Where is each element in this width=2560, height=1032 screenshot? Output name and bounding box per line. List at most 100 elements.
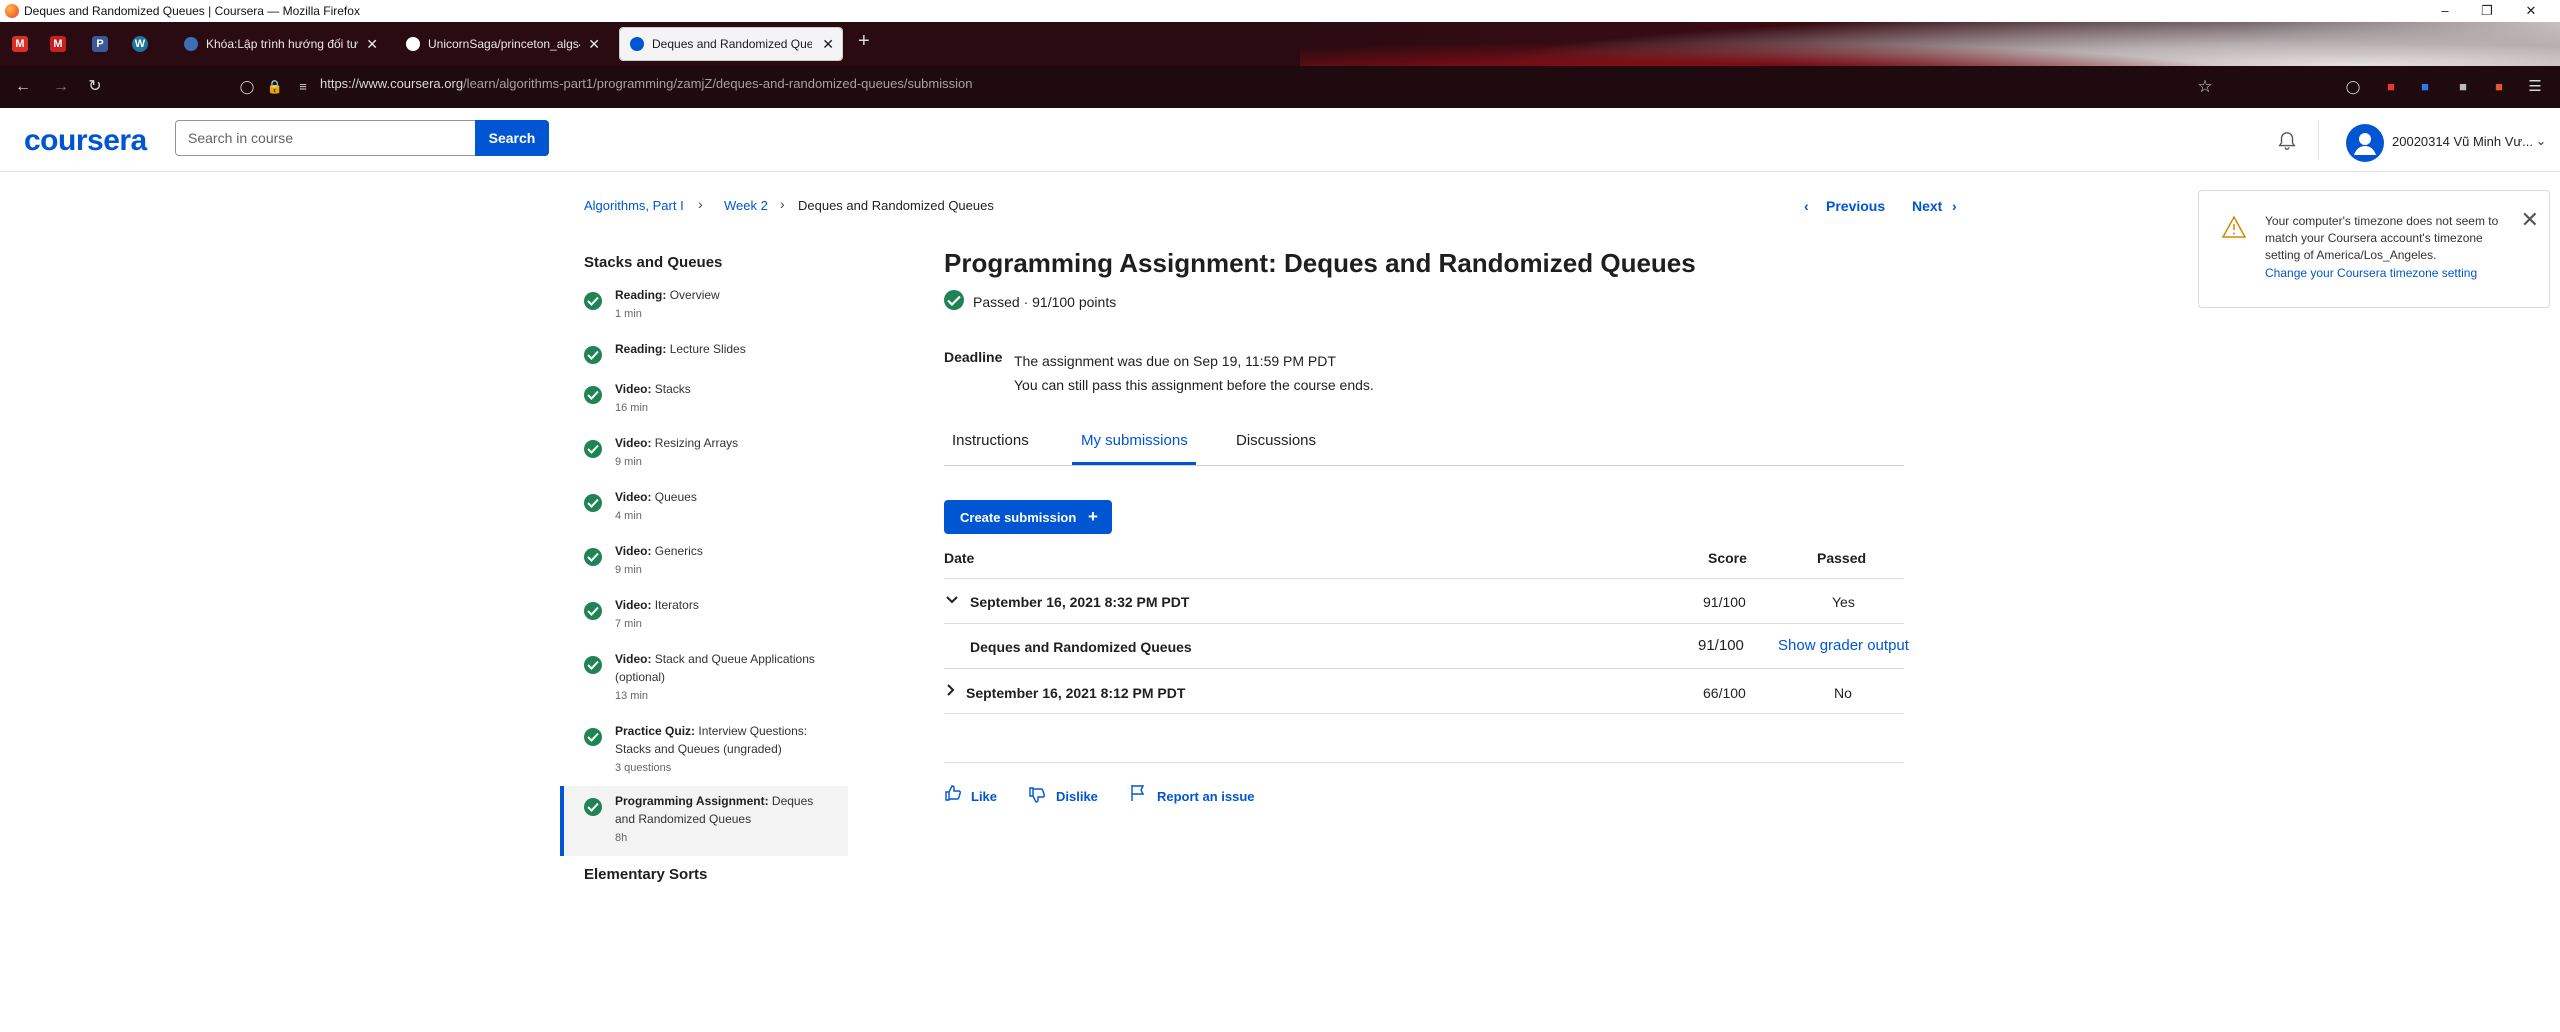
header-divider: [2318, 120, 2319, 160]
github-favicon-icon: [406, 37, 420, 51]
search-button[interactable]: Search: [475, 120, 549, 156]
deadline-text: The assignment was due on Sep 19, 11:59 …: [1014, 353, 1374, 393]
completed-check-icon: [584, 798, 602, 816]
coursera-favicon-icon: [184, 37, 198, 51]
search-input[interactable]: [175, 120, 475, 156]
like-button[interactable]: Like: [971, 789, 997, 804]
part-name: Deques and Randomized Queues: [970, 639, 1192, 655]
sidebar-item-programming-assignment[interactable]: Programming Assignment: Deques and Rando…: [560, 786, 848, 856]
completed-check-icon: [584, 548, 602, 566]
previous-link[interactable]: Previous: [1826, 198, 1885, 214]
submission-date: September 16, 2021 8:32 PM PDT: [970, 594, 1190, 610]
table-divider: [944, 578, 1904, 579]
chevron-down-icon[interactable]: ⌄: [2536, 134, 2546, 148]
url-text[interactable]: https://www.coursera.org/learn/algorithm…: [320, 76, 972, 91]
chevron-right-icon: ›: [780, 196, 785, 212]
completed-check-icon: [584, 494, 602, 512]
tab-instructions[interactable]: Instructions: [952, 432, 1029, 449]
close-tab-icon[interactable]: ✕: [822, 28, 834, 60]
breadcrumb-course[interactable]: Algorithms, Part I: [584, 198, 684, 213]
sidebar-next-section[interactable]: Elementary Sorts: [584, 866, 707, 883]
tab-khoa[interactable]: Khóa:Lập trình hướng đối tượ... ✕: [174, 28, 386, 60]
username[interactable]: 20020314 Vũ Minh Vư...: [2392, 134, 2533, 149]
tab-github[interactable]: UnicornSaga/princeton_algs4 ✕: [396, 28, 608, 60]
timezone-settings-link[interactable]: Change your Coursera timezone setting: [2265, 266, 2477, 280]
submission-date: September 16, 2021 8:12 PM PDT: [966, 685, 1186, 701]
dislike-icon[interactable]: [1028, 786, 1046, 804]
bookmark-star-icon[interactable]: ☆: [2194, 76, 2216, 98]
close-icon[interactable]: ✕: [2521, 207, 2539, 233]
chevron-down-icon[interactable]: [946, 592, 958, 610]
chevron-left-icon[interactable]: ‹: [1804, 198, 1809, 214]
active-tab-indicator: [1072, 462, 1196, 465]
completed-check-icon: [584, 656, 602, 674]
tab-my-submissions[interactable]: My submissions: [1081, 432, 1188, 449]
show-grader-output-link[interactable]: Show grader output: [1778, 637, 1909, 654]
shield-icon[interactable]: ◯: [236, 76, 258, 98]
like-icon[interactable]: [944, 784, 962, 802]
create-submission-button[interactable]: Create submission +: [944, 500, 1112, 534]
new-tab-icon[interactable]: +: [858, 30, 870, 53]
table-divider: [944, 713, 1904, 714]
sidebar-item-video-applications[interactable]: Video: Stack and Queue Applications (opt…: [560, 650, 848, 708]
close-tab-icon[interactable]: ✕: [366, 28, 378, 60]
table-divider: [944, 668, 1904, 669]
forward-icon[interactable]: →: [50, 76, 72, 98]
sidebar-item-reading-slides[interactable]: Reading: Lecture Slides: [560, 340, 848, 370]
extension-icon[interactable]: ■: [2452, 76, 2474, 98]
permissions-icon[interactable]: ≡: [292, 76, 314, 98]
sidebar-item-video-iterators[interactable]: Video: Iterators 7 min: [560, 596, 848, 636]
gmail-pinned-tab-icon[interactable]: M: [50, 36, 66, 52]
sidebar-item-practice-quiz[interactable]: Practice Quiz: Interview Questions: Stac…: [560, 722, 848, 780]
sidebar-item-video-queues[interactable]: Video: Queues 4 min: [560, 488, 848, 528]
wordpress-pinned-tab-icon[interactable]: W: [132, 36, 148, 52]
back-icon[interactable]: ←: [12, 76, 34, 98]
extension-icon[interactable]: ■: [2488, 76, 2510, 98]
sidebar-item-video-generics[interactable]: Video: Generics 9 min: [560, 542, 848, 582]
completed-check-icon: [584, 346, 602, 364]
extension-icon[interactable]: ■: [2414, 76, 2436, 98]
pocket-icon[interactable]: ◯: [2342, 76, 2364, 98]
tab-discussions[interactable]: Discussions: [1236, 432, 1316, 449]
minimize-icon[interactable]: –: [2430, 2, 2460, 20]
plus-icon: +: [1088, 507, 1098, 526]
site-header: coursera Search 20020314 Vũ Minh Vư... ⌄: [0, 108, 2560, 172]
flag-icon[interactable]: [1130, 784, 1146, 802]
firefox-logo-icon: [5, 4, 19, 18]
user-avatar-icon[interactable]: [2346, 124, 2384, 162]
lock-icon[interactable]: 🔒: [264, 76, 286, 98]
extension-icon[interactable]: ■: [2380, 76, 2402, 98]
gmail-pinned-tab-icon[interactable]: M: [12, 36, 28, 52]
column-header-passed: Passed: [1817, 550, 1867, 566]
tab-coursera-active[interactable]: Deques and Randomized Queu... ✕: [619, 27, 843, 61]
report-issue-button[interactable]: Report an issue: [1157, 789, 1255, 804]
close-window-icon[interactable]: ✕: [2516, 2, 2546, 20]
coursera-logo[interactable]: coursera: [24, 124, 147, 158]
menu-icon[interactable]: ☰: [2524, 76, 2546, 98]
warning-icon: [2221, 215, 2247, 238]
completed-check-icon: [584, 440, 602, 458]
grade-status: Passed · 91/100 points: [973, 294, 1117, 310]
chevron-right-icon[interactable]: ›: [1952, 198, 1957, 214]
reload-icon[interactable]: ↻: [84, 76, 106, 98]
breadcrumb-week[interactable]: Week 2: [724, 198, 768, 213]
close-tab-icon[interactable]: ✕: [588, 28, 600, 60]
sidebar-item-video-stacks[interactable]: Video: Stacks 16 min: [560, 380, 848, 420]
chevron-right-icon[interactable]: [946, 683, 956, 701]
maximize-icon[interactable]: ❐: [2472, 2, 2502, 20]
submission-passed: No: [1834, 685, 1852, 701]
next-link[interactable]: Next: [1912, 198, 1942, 214]
chevron-right-icon: ›: [698, 196, 703, 212]
column-header-date: Date: [944, 550, 975, 566]
page-title: Programming Assignment: Deques and Rando…: [944, 248, 1696, 278]
notifications-bell-icon[interactable]: [2276, 130, 2298, 152]
deadline-label: Deadline: [944, 349, 1003, 365]
p-pinned-tab-icon[interactable]: P: [92, 36, 108, 52]
breadcrumb-current: Deques and Randomized Queues: [798, 198, 994, 213]
submission-score: 91/100: [1703, 594, 1746, 610]
dislike-button[interactable]: Dislike: [1056, 789, 1098, 804]
completed-check-icon: [584, 292, 602, 310]
content-divider: [944, 762, 1904, 763]
sidebar-item-video-resizing-arrays[interactable]: Video: Resizing Arrays 9 min: [560, 434, 848, 474]
sidebar-item-reading-overview[interactable]: Reading: Overview 1 min: [560, 286, 848, 326]
